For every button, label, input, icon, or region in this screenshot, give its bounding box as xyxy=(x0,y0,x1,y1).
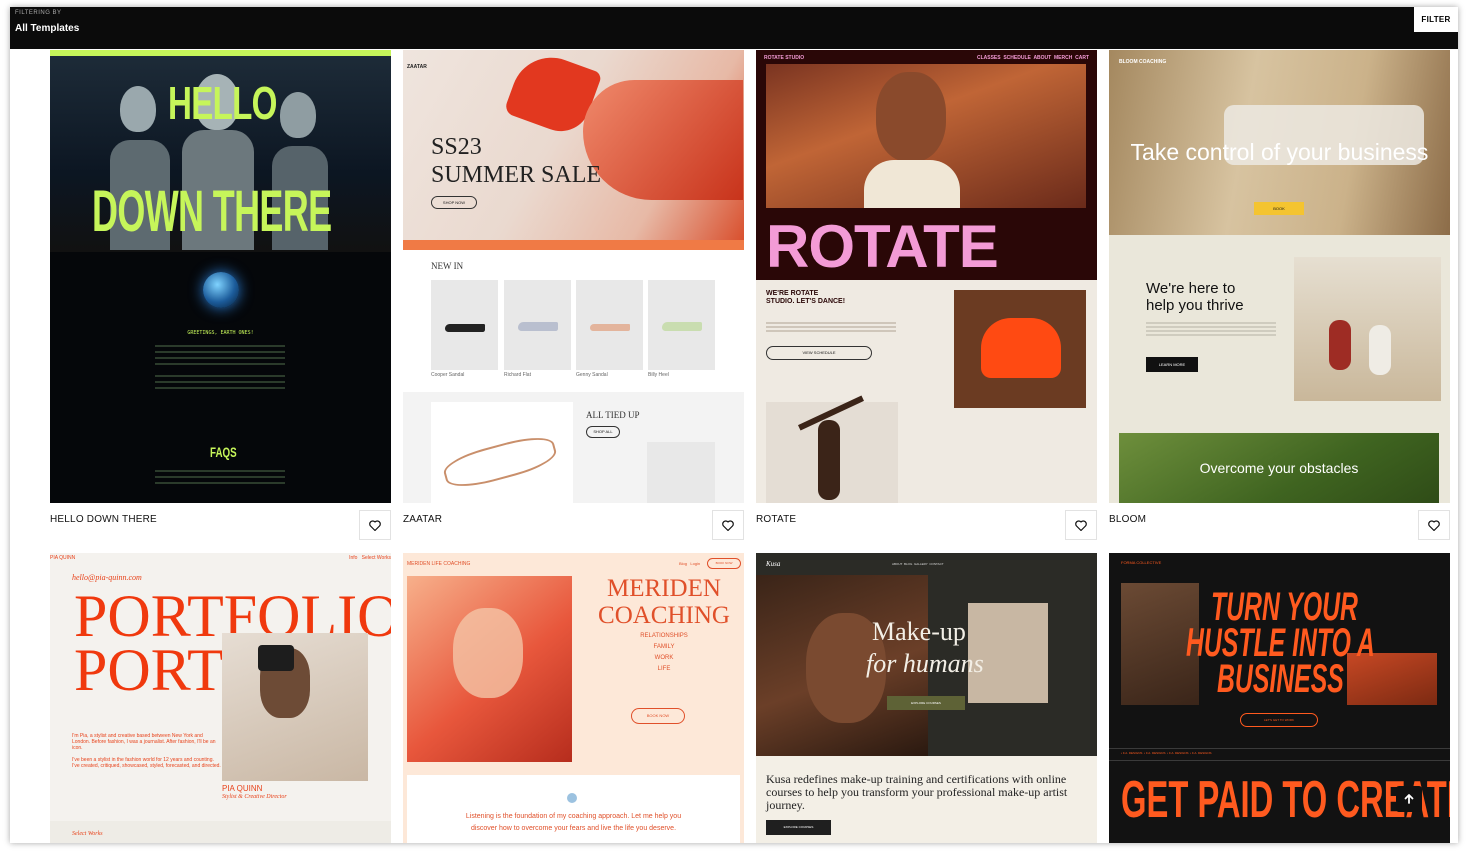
template-email: hello@pia-quinn.com xyxy=(72,573,142,582)
template-brand: ROTATE STUDIO xyxy=(764,55,805,61)
filter-button[interactable]: FILTER xyxy=(1414,7,1458,32)
template-headline: MERIDEN xyxy=(607,575,721,602)
template-headline: HELLO xyxy=(168,77,277,129)
template-bio: I've been a stylist in the fashion world… xyxy=(72,757,221,769)
template-thumbnail[interactable]: MERIDEN LIFE COACHING Blog Login BOOK NO… xyxy=(403,553,744,843)
template-name[interactable]: ROTATE xyxy=(756,514,796,525)
template-thumbnail[interactable]: Kusa ABOUT BLOG GALLERY CONTACT Make-up … xyxy=(756,553,1097,843)
arrow-up-icon xyxy=(1404,794,1414,804)
template-tagline: WE'RE ROTATE STUDIO. LET'S DANCE! xyxy=(766,290,846,305)
template-section-title: ALL TIED UP xyxy=(586,410,640,420)
book-now-cta[interactable]: BOOK NOW xyxy=(631,708,685,724)
template-headline: SS23 xyxy=(431,134,482,160)
template-name[interactable]: BLOOM xyxy=(1109,514,1146,525)
product-name: Billy Heel xyxy=(648,372,669,378)
template-section-title: FAQS xyxy=(210,444,237,460)
book-now-button[interactable]: BOOK NOW xyxy=(707,558,741,569)
shop-all-button[interactable]: SHOP ALL xyxy=(586,426,620,438)
favorite-button[interactable] xyxy=(1418,510,1450,540)
favorite-button[interactable] xyxy=(712,510,744,540)
team-image xyxy=(1294,257,1441,401)
template-quote: Listening is the foundation of my coachi… xyxy=(465,813,682,832)
template-role: Stylist & Creative Director xyxy=(222,794,287,800)
topic-item: RELATIONSHIPS xyxy=(640,633,688,639)
template-headline: for humans xyxy=(866,649,984,678)
template-bio: I'm Pia, a stylist and creative based be… xyxy=(72,733,216,751)
topic-item: FAMILY xyxy=(653,644,675,650)
template-nav: ABOUT BLOG GALLERY CONTACT xyxy=(892,562,944,566)
template-section-title: NEW IN xyxy=(431,261,464,271)
template-text: GREETINGS, EARTH ONES! xyxy=(187,330,254,336)
topic-item: WORK xyxy=(654,655,674,661)
get-to-work-button[interactable]: LET'S GET TO WORK xyxy=(1240,713,1318,727)
heart-icon xyxy=(1075,519,1087,531)
template-footer: Select Works xyxy=(72,831,103,837)
flower-icon xyxy=(567,793,577,803)
heart-icon xyxy=(369,519,381,531)
template-headline: TURN YOUR xyxy=(1211,585,1358,629)
template-banner-text: Overcome your obstacles xyxy=(1199,460,1359,476)
template-brand: FORMA COLLECTIVE xyxy=(1121,560,1162,565)
template-person-name: PIA QUINN xyxy=(222,784,263,793)
template-nav: Info Select Works xyxy=(349,555,391,561)
template-headline: BUSINESS xyxy=(1217,657,1344,701)
heart-icon xyxy=(1428,519,1440,531)
product-name: Genny Sandal xyxy=(576,372,608,378)
filter-caption: FILTERING BY xyxy=(15,10,62,16)
template-nav: CLASSES SCHEDULE ABOUT MERCH CART xyxy=(976,55,1089,61)
shop-now-button[interactable]: SHOP NOW xyxy=(431,196,477,209)
template-name[interactable]: ZAATAR xyxy=(403,514,442,525)
explore-courses-button[interactable]: EXPLORE COURSES xyxy=(887,696,965,710)
template-brand: PIA QUINN xyxy=(50,555,76,561)
learn-more-button[interactable]: LEARN MORE xyxy=(1146,357,1198,372)
scroll-to-top-button[interactable] xyxy=(1396,786,1422,812)
view-schedule-button[interactable]: VIEW SCHEDULE xyxy=(766,346,872,360)
template-headline: HUSTLE INTO A xyxy=(1186,621,1375,665)
template-subheading: We're here to help you thrive xyxy=(1146,280,1244,314)
portrait-image xyxy=(876,72,946,162)
filter-value: All Templates xyxy=(15,23,80,34)
explore-courses-cta[interactable]: EXPLORE COURSES xyxy=(766,820,831,835)
template-body: Kusa redefines make-up training and cert… xyxy=(766,772,1068,812)
template-thumbnail[interactable]: ZAATAR SS23 SUMMER SALE SHOP NOW NEW IN … xyxy=(403,50,744,503)
template-brand: BLOOM COACHING xyxy=(1119,59,1167,65)
template-thumbnail[interactable]: HELLO DOWN THERE GREETINGS, EARTH ONES! … xyxy=(50,50,391,503)
template-brand: Kusa xyxy=(766,560,781,568)
template-headline: COACHING xyxy=(598,602,730,629)
favorite-button[interactable] xyxy=(1065,510,1097,540)
favorite-button[interactable] xyxy=(359,510,391,540)
template-brand: MERIDEN LIFE COACHING xyxy=(407,561,471,567)
template-headline: ROTATE xyxy=(766,213,999,280)
template-nav: Blog Login xyxy=(679,561,701,566)
template-thumbnail[interactable]: ROTATE STUDIO CLASSES SCHEDULE ABOUT MER… xyxy=(756,50,1097,503)
filter-bar: FILTERING BY All Templates FILTER xyxy=(10,7,1458,49)
template-ticker: • F.A. DESIGNS • F.A. DESIGNS • F.A. DES… xyxy=(1121,751,1212,755)
topic-item: LIFE xyxy=(657,666,671,672)
heart-icon xyxy=(722,519,734,531)
product-name: Richard Flat xyxy=(504,372,531,378)
planet-image xyxy=(203,272,239,308)
book-button[interactable]: BOOK xyxy=(1254,202,1304,215)
template-headline: SUMMER SALE xyxy=(431,162,602,188)
template-name[interactable]: HELLO DOWN THERE xyxy=(50,514,157,525)
template-thumbnail[interactable]: BLOOM COACHING Take control of your busi… xyxy=(1109,50,1450,503)
product-name: Cooper Sandal xyxy=(431,372,465,378)
template-logo: ZAATAR xyxy=(407,64,427,70)
template-thumbnail[interactable]: PIA QUINN Info Select Works hello@pia-qu… xyxy=(50,553,391,843)
template-gallery: FILTERING BY All Templates FILTER HELLO … xyxy=(10,7,1458,843)
template-headline: DOWN THERE xyxy=(92,179,332,244)
template-headline: Make-up xyxy=(872,617,966,646)
template-headline: Take control of your business xyxy=(1130,139,1429,165)
camera-image xyxy=(258,645,294,671)
